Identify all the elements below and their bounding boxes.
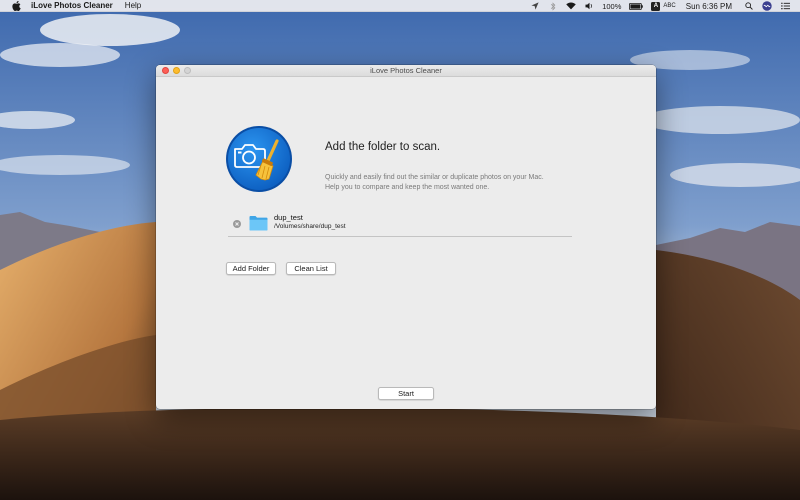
app-logo-icon [225,125,293,193]
scan-heading: Add the folder to scan. [325,141,441,153]
battery-percentage: 100% [602,1,622,11]
description-line-2: Help you to compare and keep the most wa… [325,184,490,191]
minimize-window-button[interactable] [173,67,180,74]
wifi-icon[interactable] [566,1,576,11]
input-source-label[interactable]: ABC [663,3,675,9]
notification-center-icon[interactable] [780,1,790,11]
spotlight-search-icon[interactable] [744,1,754,11]
folder-icon [249,215,268,231]
volume-icon[interactable] [584,1,594,11]
menu-help[interactable]: Help [125,1,141,10]
window-content: Add the folder to scan. Quickly and easi… [156,77,656,409]
add-folder-button[interactable]: Add Folder [226,262,276,275]
location-arrow-icon[interactable] [530,1,540,11]
menu-extras: 100% A ABC Sun 6:36 PM [530,0,800,12]
menu-app-name[interactable]: iLove Photos Cleaner [31,1,113,10]
start-button[interactable]: Start [378,387,434,400]
input-source-badge[interactable]: A [651,1,661,11]
menu-clock[interactable]: Sun 6:36 PM [686,2,732,11]
app-description: Quickly and easily find out the similar … [325,173,585,193]
apple-icon[interactable] [11,0,21,11]
description-line-1: Quickly and easily find out the similar … [325,174,544,181]
clean-list-button[interactable]: Clean List [286,262,336,275]
folder-list-item[interactable]: dup_test /Volumes/share/dup_test [228,213,572,237]
app-window: iLove Photos Cleaner Add the folder to s… [156,65,656,409]
folder-path: /Volumes/share/dup_test [274,223,346,230]
menu-bar: iLove Photos Cleaner Help 100% A ABC Sun… [0,0,800,12]
remove-icon[interactable] [233,220,241,228]
window-titlebar[interactable]: iLove Photos Cleaner [156,65,656,77]
zoom-window-button[interactable] [184,67,191,74]
close-window-button[interactable] [162,67,169,74]
siri-icon[interactable] [762,1,772,11]
battery-icon[interactable] [629,1,644,11]
window-controls [162,67,195,74]
window-title: iLove Photos Cleaner [370,66,442,75]
bluetooth-icon[interactable] [548,1,558,11]
folder-name: dup_test [274,213,303,222]
